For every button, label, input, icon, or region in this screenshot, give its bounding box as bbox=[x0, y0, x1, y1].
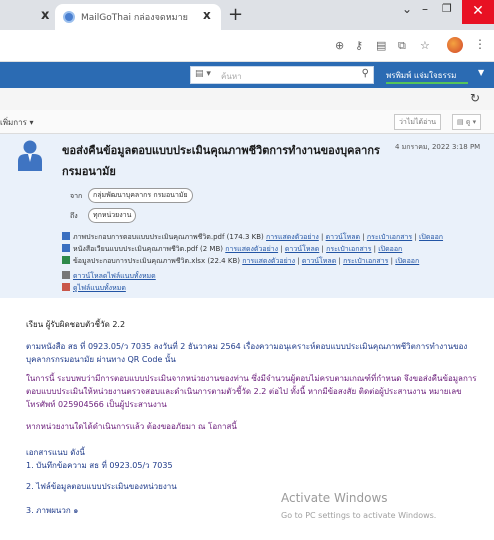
search-input[interactable]: ▤ ▾ ค้นหา ⚲ bbox=[190, 66, 374, 84]
previous-tab-close-button[interactable]: x bbox=[41, 8, 49, 23]
browser-tab-strip: x MailGoThai กล่องจดหมาย x + ⌄ – ❐ ✕ bbox=[0, 0, 494, 30]
attachment-open-link[interactable]: เปิดออก bbox=[395, 257, 419, 265]
from-pill[interactable]: กลุ่มพัฒนาบุคลากร กรมอนามัย bbox=[88, 188, 193, 203]
key-icon[interactable]: ⚷ bbox=[355, 39, 363, 52]
mailbox-scope-icon[interactable]: ▤ ▾ bbox=[195, 69, 211, 79]
attachment-list-item: 1. บันทึกข้อความ สธ ที่ 0923.05/ว 7035 bbox=[26, 461, 173, 470]
active-tab[interactable]: MailGoThai กล่องจดหมาย x bbox=[55, 4, 221, 30]
reader-mode-icon[interactable]: ▤ bbox=[376, 39, 386, 52]
attachment-briefcase-link[interactable]: กระเป๋าเอกสาร bbox=[343, 257, 388, 265]
attachment-list-item: 2. ไฟล์ข้อมูลตอบแบบประเมินของหน่วยงาน bbox=[26, 482, 177, 491]
new-tab-button[interactable]: + bbox=[228, 4, 243, 25]
user-name[interactable]: พรพิมพ์ แจ่มใจธรรม bbox=[386, 69, 456, 82]
mail-app-header: ▤ ▾ ค้นหา ⚲ พรพิมพ์ แจ่มใจธรรม ▼ bbox=[0, 62, 494, 88]
message-action-bar: เพิ่มการ ▾ ว่าไม่ได้อ่าน ▤ ดู ▾ bbox=[0, 110, 494, 134]
search-icon[interactable]: ⚲ bbox=[362, 68, 369, 79]
attachment-briefcase-link[interactable]: กระเป๋าเอกสาร bbox=[326, 245, 371, 253]
attachment-name: ภาพประกอบการตอบแบบประเมินคุณภาพชีวิต.pdf… bbox=[73, 233, 264, 241]
download-all-link[interactable]: ดาวน์โหลดไฟล์แนบทั้งหมด bbox=[73, 272, 156, 280]
attachment-open-link[interactable]: เปิดออก bbox=[378, 245, 402, 253]
body-greeting: เรียน ผู้รับผิดชอบตัวชี้วัด 2.2 bbox=[26, 320, 126, 329]
pdf-file-icon bbox=[62, 232, 70, 240]
attachment-briefcase-link[interactable]: กระเป๋าเอกสาร bbox=[367, 233, 412, 241]
refresh-bar: ↻ bbox=[0, 88, 494, 110]
attachment-name: ข้อมูลประกอบการประเมินคุณภาพชีวิต.xlsx (… bbox=[73, 257, 240, 265]
download-all-row: ดาวน์โหลดไฟล์แนบทั้งหมด bbox=[62, 271, 482, 282]
message-subject: ขอส่งคืนข้อมูลตอบแบบประเมินคุณภาพชีวิตกา… bbox=[62, 144, 380, 178]
tab-search-dropdown-icon[interactable]: ⌄ bbox=[402, 2, 412, 16]
profile-avatar[interactable] bbox=[447, 37, 463, 53]
mail-favicon-icon bbox=[63, 11, 75, 23]
activate-windows-subtitle: Go to PC settings to activate Windows. bbox=[281, 511, 437, 520]
attachments-icon bbox=[62, 283, 70, 291]
sender-person-icon bbox=[18, 140, 42, 171]
browser-toolbar: ⊕ ⚷ ▤ ⧉ ☆ ⋮ bbox=[0, 30, 494, 62]
view-options-button[interactable]: ▤ ดู ▾ bbox=[452, 114, 482, 130]
minimize-button[interactable]: – bbox=[422, 2, 428, 16]
attachment-row: ข้อมูลประกอบการประเมินคุณภาพชีวิต.xlsx (… bbox=[62, 256, 482, 267]
body-paragraph-2: ในการนี้ ระบบพบว่ามีการตอบแบบประเมินจากห… bbox=[26, 374, 477, 409]
message-date: 4 มกราคม, 2022 3:18 PM bbox=[395, 143, 481, 151]
pdf-file-icon bbox=[62, 244, 70, 252]
more-actions-menu[interactable]: เพิ่มการ ▾ bbox=[0, 116, 33, 129]
view-all-attachments-link[interactable]: ดูไฟล์แนบทั้งหมด bbox=[73, 284, 126, 292]
view-options-label: ดู bbox=[465, 118, 471, 126]
attachment-name: หนังสือเวียนแบบประเมินคุณภาพชีวิต.pdf (2… bbox=[73, 245, 224, 253]
body-paragraph-1: ตามหนังสือ สธ ที่ 0923.05/ว 7035 ลงวันที… bbox=[26, 342, 468, 364]
attachment-row: ภาพประกอบการตอบแบบประเมินคุณภาพชีวิต.pdf… bbox=[62, 232, 482, 243]
attachment-open-link[interactable]: เปิดออก bbox=[419, 233, 443, 241]
view-all-row: ดูไฟล์แนบทั้งหมด bbox=[62, 283, 482, 294]
attachment-row: หนังสือเวียนแบบประเมินคุณภาพชีวิต.pdf (2… bbox=[62, 244, 482, 255]
window-close-button[interactable]: ✕ bbox=[462, 0, 494, 24]
attachment-download-link[interactable]: ดาวน์โหลด bbox=[326, 233, 360, 241]
activate-windows-title: Activate Windows bbox=[281, 491, 388, 505]
search-placeholder: ค้นหา bbox=[221, 72, 242, 81]
attachment-download-link[interactable]: ดาวน์โหลด bbox=[302, 257, 336, 265]
bookmark-star-icon[interactable]: ☆ bbox=[420, 39, 430, 52]
share-icon[interactable]: ⧉ bbox=[398, 39, 406, 53]
to-pill[interactable]: ทุกหน่วยงาน bbox=[88, 208, 137, 223]
site-settings-icon[interactable]: ⊕ bbox=[335, 39, 344, 52]
attachment-download-link[interactable]: ดาวน์โหลด bbox=[285, 245, 319, 253]
maximize-button[interactable]: ❐ bbox=[442, 2, 452, 15]
message-header: ขอส่งคืนข้อมูลตอบแบบประเมินคุณภาพชีวิตกา… bbox=[0, 134, 494, 298]
download-icon bbox=[62, 271, 70, 279]
user-presence-bar bbox=[386, 82, 468, 84]
from-label: จาก bbox=[70, 192, 83, 200]
to-label: ถึง bbox=[70, 212, 78, 220]
spreadsheet-file-icon bbox=[62, 256, 70, 264]
body-paragraph-3: หากหน่วยงานใดได้ดำเนินการแล้ว ต้องขออภัย… bbox=[26, 422, 237, 431]
attachment-preview-link[interactable]: การแสดงตัวอย่าง bbox=[266, 233, 319, 241]
attachment-preview-link[interactable]: การแสดงตัวอย่าง bbox=[242, 257, 295, 265]
more-actions-label: เพิ่มการ bbox=[0, 118, 27, 127]
user-menu-chevron-down-icon[interactable]: ▼ bbox=[478, 68, 484, 77]
browser-menu-icon[interactable]: ⋮ bbox=[474, 37, 486, 51]
attachment-list-title: เอกสารแนบ ดังนี้ bbox=[26, 448, 85, 457]
tab-title: MailGoThai กล่องจดหมาย bbox=[81, 13, 188, 23]
refresh-icon[interactable]: ↻ bbox=[470, 91, 480, 105]
mark-unread-button[interactable]: ว่าไม่ได้อ่าน bbox=[394, 114, 441, 130]
tab-close-button[interactable]: x bbox=[203, 8, 211, 22]
attachment-preview-link[interactable]: การแสดงตัวอย่าง bbox=[225, 245, 278, 253]
